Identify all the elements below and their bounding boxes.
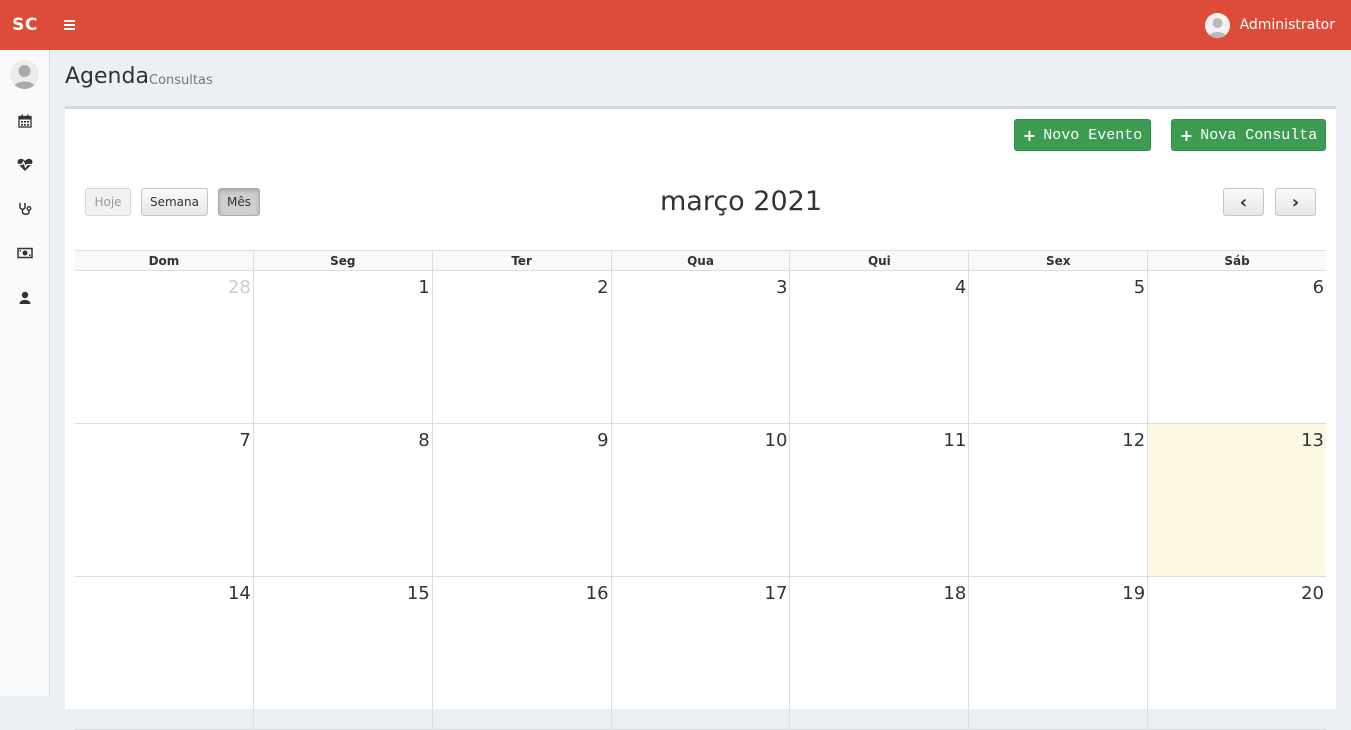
sidebar: [0, 50, 50, 696]
sidebar-item-consultas[interactable]: [0, 194, 49, 224]
chevron-left-icon: ‹: [1239, 191, 1248, 213]
sidebar-avatar: [10, 60, 39, 89]
today-cell[interactable]: 13: [1148, 424, 1327, 576]
day-number: 20: [1301, 583, 1325, 604]
prev-month-button[interactable]: ‹: [1223, 188, 1264, 216]
weekday-label: Dom: [75, 251, 254, 270]
money-icon: [16, 247, 33, 259]
day-number: 2: [597, 277, 609, 298]
calendar-icon: [17, 114, 32, 128]
month-grid: Dom Seg Ter Qua Qui Sex Sáb 28 1 2 3 4 5…: [75, 250, 1327, 730]
chevron-right-icon: ›: [1291, 191, 1300, 213]
day-number: 3: [775, 277, 788, 298]
weekday-label: Sex: [969, 251, 1149, 270]
day-cell[interactable]: 6: [1148, 271, 1326, 423]
day-number: 15: [406, 583, 430, 604]
day-number: 18: [943, 583, 967, 604]
day-cell[interactable]: 4: [790, 271, 970, 423]
novo-evento-label: Novo Evento: [1043, 126, 1143, 144]
weekday-label: Sáb: [1224, 254, 1250, 268]
day-number: 12: [1122, 430, 1146, 451]
day-number: 5: [1133, 277, 1146, 298]
day-cell[interactable]: 11: [790, 424, 970, 576]
day-cell[interactable]: 10: [612, 424, 791, 576]
day-number: 9: [597, 430, 609, 451]
weekday-header: Dom Seg Ter Qua Qui Sex Sáb: [75, 250, 1326, 271]
day-number: 11: [943, 430, 967, 451]
day-number: 6: [1312, 277, 1325, 298]
day-cell[interactable]: 5: [969, 271, 1149, 423]
day-cell[interactable]: 3: [612, 271, 791, 423]
sidebar-item-financeiro[interactable]: [0, 238, 49, 268]
plus-icon: +: [1179, 125, 1194, 145]
day-number: 7: [239, 430, 251, 451]
user-menu[interactable]: Administrator: [1204, 12, 1335, 38]
plus-icon: +: [1022, 125, 1037, 145]
day-cell[interactable]: 8: [254, 424, 433, 576]
day-cell[interactable]: 17: [612, 577, 791, 729]
weekday-label: Qui: [790, 251, 970, 270]
month-view-button[interactable]: Mês: [218, 188, 260, 216]
weekday-label: Seg: [254, 251, 433, 270]
weekday-label: Ter: [433, 251, 612, 270]
day-number: 13: [1301, 430, 1325, 451]
day-number: 8: [418, 430, 430, 451]
today-button[interactable]: Hoje: [85, 188, 131, 216]
stethoscope-icon: [18, 203, 31, 215]
sidebar-item-health[interactable]: [0, 150, 49, 180]
next-month-button[interactable]: ›: [1275, 188, 1316, 216]
day-cell[interactable]: 18: [790, 577, 970, 729]
sidebar-item-agenda[interactable]: [0, 106, 49, 136]
day-cell[interactable]: 28: [75, 271, 254, 423]
day-number: 10: [764, 430, 788, 451]
nova-consulta-label: Nova Consulta: [1200, 126, 1318, 144]
calendar-week: 28 1 2 3 4 5 6: [75, 271, 1326, 424]
day-number: 19: [1122, 583, 1146, 604]
novo-evento-button[interactable]: + Novo Evento: [1014, 119, 1151, 151]
day-cell[interactable]: 20: [1148, 577, 1326, 729]
app-logo[interactable]: SC: [0, 0, 50, 50]
day-number: 14: [227, 583, 251, 604]
calendar-week: 14 15 16 17 18 19 20: [75, 577, 1326, 730]
sidebar-toggle-button[interactable]: [58, 13, 82, 37]
day-cell[interactable]: 9: [433, 424, 612, 576]
day-cell[interactable]: 1: [254, 271, 433, 423]
day-number: 17: [764, 583, 788, 604]
day-number: 4: [954, 277, 967, 298]
day-cell[interactable]: 2: [433, 271, 612, 423]
hamburger-icon: [64, 20, 75, 30]
sidebar-item-usuarios[interactable]: [0, 282, 49, 312]
day-cell[interactable]: 19: [969, 577, 1149, 729]
day-number: 1: [418, 277, 430, 298]
user-name: Administrator: [1239, 17, 1335, 33]
user-icon: [19, 291, 30, 304]
day-cell[interactable]: 14: [75, 577, 254, 729]
week-view-button[interactable]: Semana: [141, 188, 208, 216]
day-number: 16: [585, 583, 609, 604]
avatar: [1204, 12, 1230, 38]
heartbeat-icon: [17, 158, 32, 171]
day-cell[interactable]: 16: [433, 577, 612, 729]
nova-consulta-button[interactable]: + Nova Consulta: [1171, 119, 1326, 151]
calendar-week: 7 8 9 10 11 12 13: [75, 424, 1327, 577]
page-title: Agenda: [65, 64, 149, 89]
day-number: 28: [227, 277, 251, 298]
calendar-title: março 2021: [659, 186, 822, 217]
weekday-label: Qua: [612, 251, 791, 270]
page-subtitle: Consultas: [149, 73, 213, 88]
day-cell[interactable]: 15: [254, 577, 433, 729]
day-cell[interactable]: 7: [75, 424, 254, 576]
top-navbar: SC Administrator: [0, 0, 1351, 50]
day-cell[interactable]: 12: [969, 424, 1149, 576]
